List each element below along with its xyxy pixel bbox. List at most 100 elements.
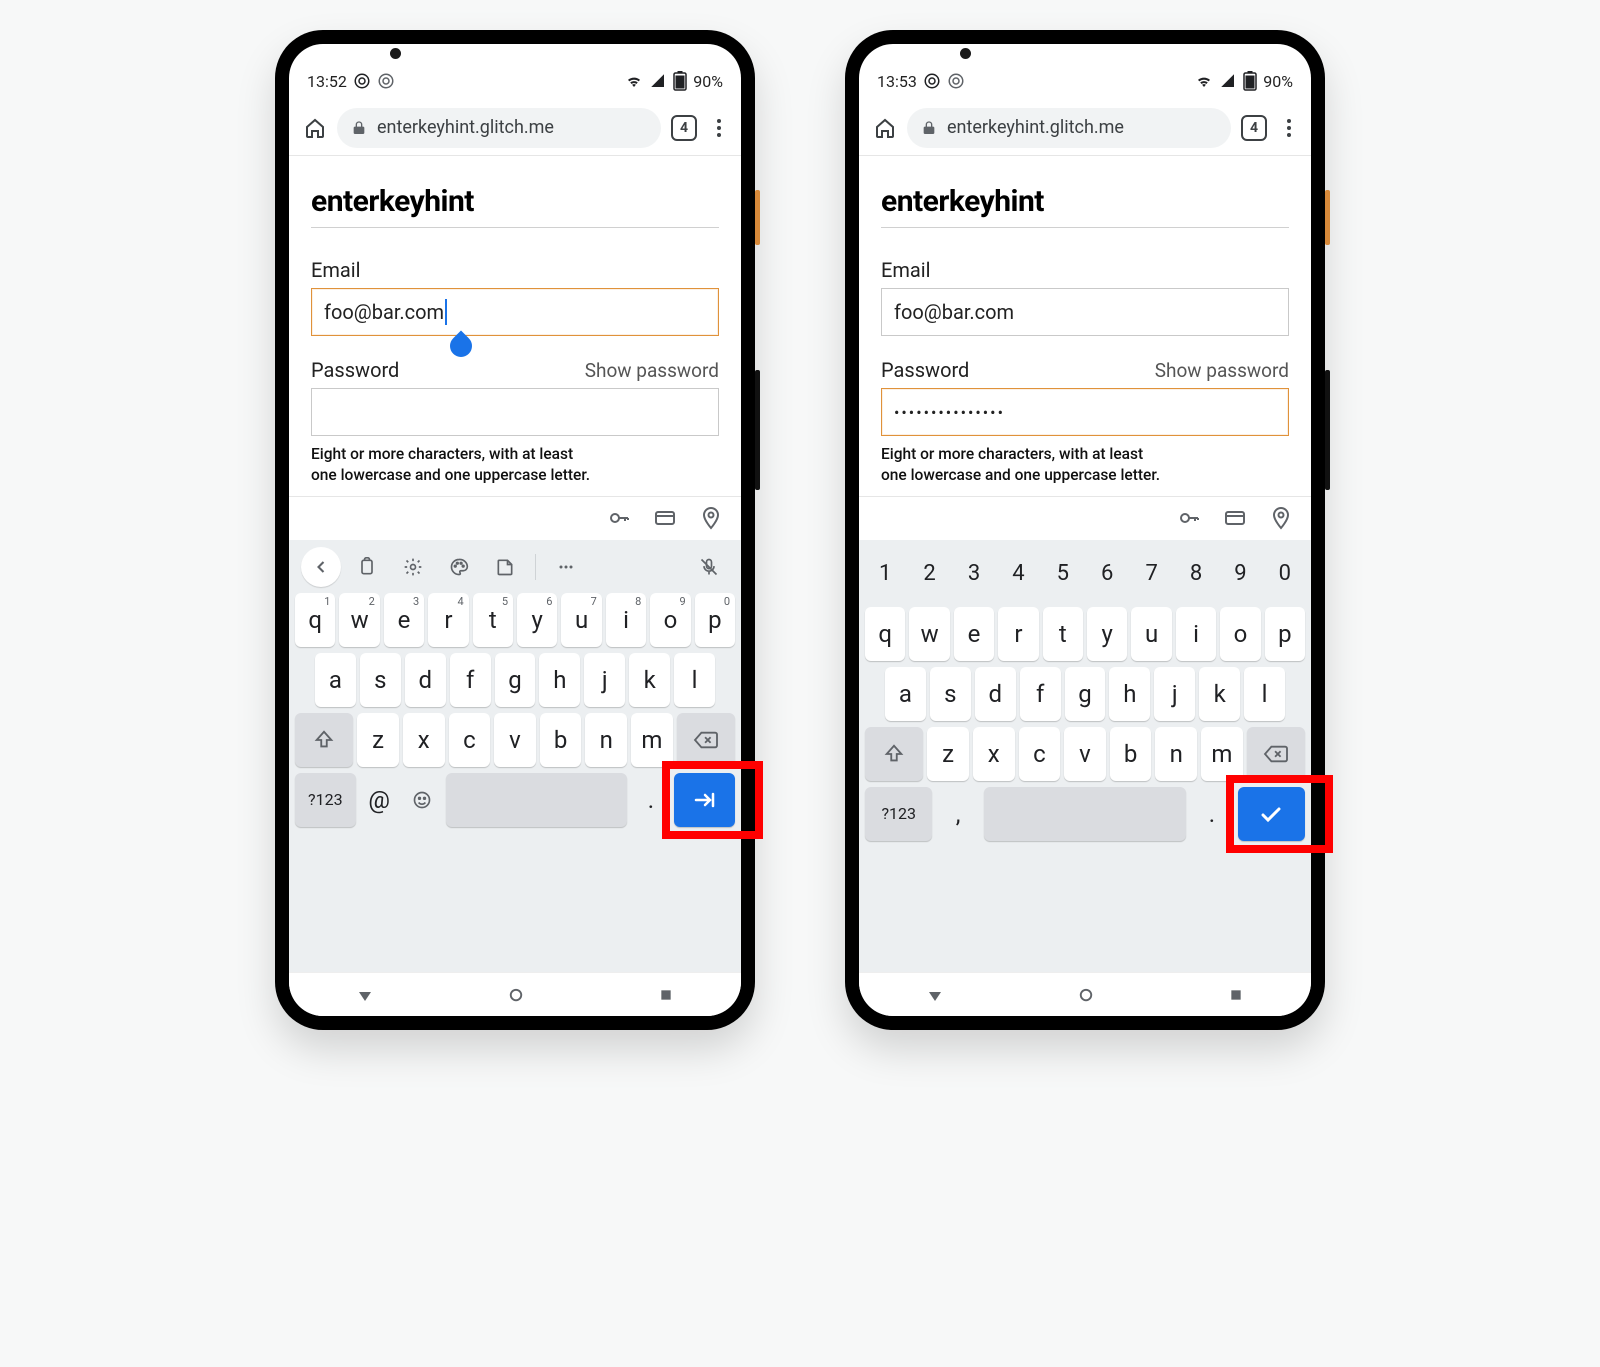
password-field[interactable]: ••••••••••••••• <box>881 388 1289 436</box>
key-f[interactable]: f <box>1020 667 1061 721</box>
nav-recents-icon[interactable] <box>658 987 674 1003</box>
key-u[interactable]: u7 <box>561 593 601 647</box>
key-8[interactable]: 8 <box>1176 547 1216 601</box>
backspace-key[interactable] <box>1247 727 1305 781</box>
emoji-key[interactable] <box>403 773 442 827</box>
key-z[interactable]: z <box>927 727 969 781</box>
password-field[interactable] <box>311 388 719 436</box>
key-m[interactable]: m <box>1201 727 1243 781</box>
nav-recents-icon[interactable] <box>1228 987 1244 1003</box>
key-q[interactable]: q <box>865 607 905 661</box>
nav-back-icon[interactable] <box>926 986 944 1004</box>
nav-home-icon[interactable] <box>507 986 525 1004</box>
key-g[interactable]: g <box>1065 667 1106 721</box>
key-u[interactable]: u <box>1131 607 1171 661</box>
tab-count[interactable]: 4 <box>671 115 697 141</box>
key-j[interactable]: j <box>584 653 625 707</box>
at-key[interactable]: @ <box>360 773 399 827</box>
key-b[interactable]: b <box>540 713 582 767</box>
key-a[interactable]: a <box>315 653 356 707</box>
card-icon[interactable] <box>653 506 677 530</box>
space-key[interactable] <box>446 773 628 827</box>
key-b[interactable]: b <box>1110 727 1152 781</box>
key-3[interactable]: 3 <box>954 547 994 601</box>
key-w[interactable]: w2 <box>339 593 379 647</box>
key-z[interactable]: z <box>357 713 399 767</box>
key-i[interactable]: i8 <box>606 593 646 647</box>
address-bar[interactable]: enterkeyhint.glitch.me <box>337 108 661 148</box>
key-i[interactable]: i <box>1176 607 1216 661</box>
key-r[interactable]: r4 <box>428 593 468 647</box>
key-y[interactable]: y6 <box>517 593 557 647</box>
key-a[interactable]: a <box>885 667 926 721</box>
key-icon[interactable] <box>607 506 631 530</box>
card-icon[interactable] <box>1223 506 1247 530</box>
home-icon[interactable] <box>303 116 327 140</box>
more-icon[interactable] <box>546 547 586 587</box>
key-x[interactable]: x <box>403 713 445 767</box>
key-h[interactable]: h <box>1109 667 1150 721</box>
gear-icon[interactable] <box>393 547 433 587</box>
collapse-icon[interactable] <box>301 547 341 587</box>
period-key[interactable]: . <box>631 773 670 827</box>
key-y[interactable]: y <box>1087 607 1127 661</box>
tab-count[interactable]: 4 <box>1241 115 1267 141</box>
nav-home-icon[interactable] <box>1077 986 1095 1004</box>
key-6[interactable]: 6 <box>1087 547 1127 601</box>
key-e[interactable]: e <box>954 607 994 661</box>
comma-key[interactable]: , <box>936 787 979 841</box>
key-v[interactable]: v <box>1064 727 1106 781</box>
key-s[interactable]: s <box>930 667 971 721</box>
symbols-key[interactable]: ?123 <box>865 787 932 841</box>
space-key[interactable] <box>984 787 1186 841</box>
show-password-toggle[interactable]: Show password <box>585 359 719 382</box>
shift-key[interactable] <box>295 713 353 767</box>
key-g[interactable]: g <box>495 653 536 707</box>
location-icon[interactable] <box>699 506 723 530</box>
enter-next-key[interactable] <box>674 773 735 827</box>
key-9[interactable]: 9 <box>1220 547 1260 601</box>
key-k[interactable]: k <box>629 653 670 707</box>
key-p[interactable]: p <box>1265 607 1305 661</box>
key-f[interactable]: f <box>450 653 491 707</box>
palette-icon[interactable] <box>439 547 479 587</box>
enter-done-key[interactable] <box>1238 787 1305 841</box>
key-4[interactable]: 4 <box>998 547 1038 601</box>
address-bar[interactable]: enterkeyhint.glitch.me <box>907 108 1231 148</box>
email-field[interactable]: foo@bar.com <box>311 288 719 336</box>
email-field[interactable]: foo@bar.com <box>881 288 1289 336</box>
clipboard-icon[interactable] <box>347 547 387 587</box>
key-p[interactable]: p0 <box>695 593 735 647</box>
symbols-key[interactable]: ?123 <box>295 773 356 827</box>
mic-off-icon[interactable] <box>689 547 729 587</box>
key-1[interactable]: 1 <box>865 547 905 601</box>
key-t[interactable]: t5 <box>473 593 513 647</box>
key-n[interactable]: n <box>1155 727 1197 781</box>
period-key[interactable]: . <box>1190 787 1233 841</box>
shift-key[interactable] <box>865 727 923 781</box>
key-l[interactable]: l <box>1244 667 1285 721</box>
home-icon[interactable] <box>873 116 897 140</box>
more-icon[interactable] <box>1277 116 1301 140</box>
more-icon[interactable] <box>707 116 731 140</box>
key-h[interactable]: h <box>539 653 580 707</box>
key-c[interactable]: c <box>449 713 491 767</box>
key-7[interactable]: 7 <box>1131 547 1171 601</box>
key-v[interactable]: v <box>494 713 536 767</box>
key-t[interactable]: t <box>1043 607 1083 661</box>
key-l[interactable]: l <box>674 653 715 707</box>
key-m[interactable]: m <box>631 713 673 767</box>
nav-back-icon[interactable] <box>356 986 374 1004</box>
key-r[interactable]: r <box>998 607 1038 661</box>
key-icon[interactable] <box>1177 506 1201 530</box>
key-2[interactable]: 2 <box>909 547 949 601</box>
key-o[interactable]: o <box>1220 607 1260 661</box>
key-d[interactable]: d <box>975 667 1016 721</box>
show-password-toggle[interactable]: Show password <box>1155 359 1289 382</box>
key-k[interactable]: k <box>1199 667 1240 721</box>
key-c[interactable]: c <box>1019 727 1061 781</box>
key-x[interactable]: x <box>973 727 1015 781</box>
key-n[interactable]: n <box>585 713 627 767</box>
backspace-key[interactable] <box>677 713 735 767</box>
location-icon[interactable] <box>1269 506 1293 530</box>
